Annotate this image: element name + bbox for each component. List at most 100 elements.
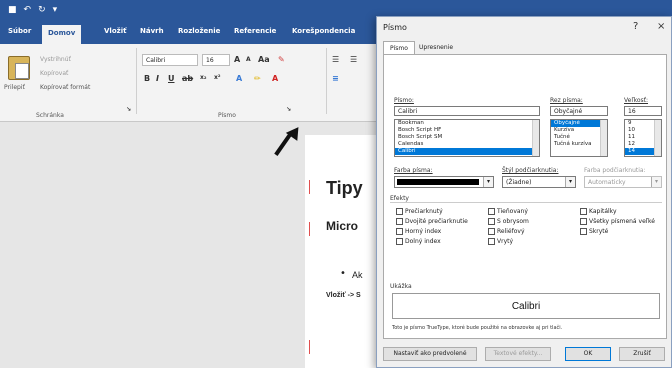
checkbox-box[interactable] <box>580 208 587 215</box>
list-item[interactable]: Bosch Script SM <box>395 134 539 141</box>
ok-button[interactable]: OK <box>565 347 611 361</box>
checkbox-box[interactable] <box>580 228 587 235</box>
numbering-icon[interactable]: ☰ <box>350 55 357 64</box>
grow-font-icon[interactable]: A <box>234 55 240 64</box>
font-name-input[interactable]: Calibri <box>394 106 540 116</box>
paste-icon[interactable] <box>8 56 30 80</box>
font-color-icon[interactable]: A <box>272 74 278 83</box>
font-color-picker[interactable]: ▾ <box>394 176 494 188</box>
text-effects-button[interactable]: Textové efekty... <box>485 347 551 361</box>
tab-design[interactable]: Návrh <box>140 27 164 35</box>
clear-formatting-icon[interactable]: ✎ <box>278 55 285 64</box>
checkbox-shadow[interactable]: Tieňovaný <box>488 208 528 215</box>
list-item[interactable]: Kurzíva <box>551 127 607 134</box>
font-name-combo[interactable]: Calibri <box>142 54 198 66</box>
tab-home[interactable]: Domov <box>42 25 82 44</box>
font-size-combo[interactable]: 16 <box>202 54 230 66</box>
preview-text: Calibri <box>511 301 541 312</box>
list-item[interactable]: Obyčajné <box>551 120 607 127</box>
checkbox-box[interactable] <box>396 228 403 235</box>
underline-style-label: Štýl podčiarknutia: <box>502 167 559 174</box>
change-case-icon[interactable]: Aa <box>258 55 270 64</box>
scrollbar[interactable] <box>600 120 607 156</box>
checkbox-box[interactable] <box>488 238 495 245</box>
checkbox-emboss[interactable]: Reliéfový <box>488 228 525 235</box>
format-painter-button[interactable]: Kopírovať formát <box>40 84 90 91</box>
customize-icon[interactable]: ▾ <box>53 5 58 15</box>
bullets-icon[interactable]: ☰ <box>332 55 339 64</box>
checkbox-engrave[interactable]: Vrytý <box>488 238 513 245</box>
arrow-pointer-shaft <box>274 134 292 156</box>
tab-references[interactable]: Referencie <box>234 27 276 35</box>
dialog-title: Písmo <box>383 23 407 32</box>
checkbox-box[interactable] <box>396 218 403 225</box>
set-default-button[interactable]: Nastaviť ako predvolené <box>383 347 477 361</box>
scrollbar[interactable] <box>654 120 661 156</box>
close-icon[interactable]: × <box>657 21 665 32</box>
tab-font[interactable]: Písmo <box>383 41 415 55</box>
cancel-button[interactable]: Zrušiť <box>619 347 665 361</box>
underline-style-select[interactable]: (Žiadne) ▾ <box>502 176 576 188</box>
truetype-note: Toto je písmo TrueType, ktoré bude použi… <box>392 325 563 331</box>
save-icon[interactable]: ■ <box>8 5 17 15</box>
list-item[interactable]: Tučná kurzíva <box>551 141 607 148</box>
chevron-down-icon: ▾ <box>651 177 661 187</box>
checkbox-small-caps[interactable]: Kapitálky <box>580 208 617 215</box>
align-left-icon[interactable]: ≡ <box>332 74 339 83</box>
font-style-list[interactable]: Obyčajné Kurzíva Tučné Tučná kurzíva <box>550 119 608 157</box>
list-item[interactable]: Tučné <box>551 134 607 141</box>
font-name-list[interactable]: Bookman Bosch Script HF Bosch Script SM … <box>394 119 540 157</box>
tab-layout[interactable]: Rozloženie <box>178 27 220 35</box>
font-size-list[interactable]: 9 10 11 12 14 <box>624 119 662 157</box>
paste-button[interactable]: Prilepiť <box>4 84 25 91</box>
preview-box: Calibri <box>392 293 660 319</box>
underline-icon[interactable]: U <box>168 74 175 83</box>
tab-advanced[interactable]: Upresnenie <box>413 41 459 55</box>
checkbox-hidden[interactable]: Skryté <box>580 228 608 235</box>
clipboard-group-label: Schránka <box>36 112 64 119</box>
tab-mailings[interactable]: Korešpondencia <box>292 27 355 35</box>
checkbox-double-strikethrough[interactable]: Dvojité prečiarknutie <box>396 218 468 225</box>
bold-icon[interactable]: B <box>144 74 150 83</box>
help-icon[interactable]: ? <box>633 21 638 32</box>
margin-mark <box>309 180 310 194</box>
checkbox-label: Všetky písmená veľké <box>589 218 655 225</box>
cut-button[interactable]: Vystrihnúť <box>40 56 71 63</box>
subscript-icon[interactable]: x₂ <box>200 74 207 81</box>
list-item[interactable]: Calibri <box>395 148 539 155</box>
strikethrough-icon[interactable]: ab <box>182 74 193 83</box>
copy-button[interactable]: Kopírovať <box>40 70 68 77</box>
highlight-icon[interactable]: ✏ <box>254 74 261 83</box>
checkbox-box[interactable] <box>396 238 403 245</box>
tab-insert[interactable]: Vložiť <box>104 27 126 35</box>
scrollbar[interactable] <box>532 120 539 156</box>
document-heading: Tipy <box>326 178 363 198</box>
list-item[interactable]: Bosch Script HF <box>395 127 539 134</box>
list-item[interactable]: Calendas <box>395 141 539 148</box>
text-effects-icon[interactable]: A <box>236 74 242 83</box>
checkbox-superscript[interactable]: Horný index <box>396 228 441 235</box>
shrink-font-icon[interactable]: A <box>246 56 251 63</box>
checkbox-label: Tieňovaný <box>497 208 528 215</box>
checkbox-box[interactable] <box>488 228 495 235</box>
checkbox-label: Dolný index <box>405 238 441 245</box>
redo-icon[interactable]: ↻ <box>38 5 46 15</box>
checkbox-strikethrough[interactable]: Prečiarknutý <box>396 208 443 215</box>
size-label: Veľkosť: <box>624 97 649 104</box>
checkbox-box[interactable] <box>488 218 495 225</box>
superscript-icon[interactable]: x² <box>214 74 221 81</box>
checkbox-box[interactable] <box>580 218 587 225</box>
font-size-input[interactable]: 16 <box>624 106 662 116</box>
list-item[interactable]: Bookman <box>395 120 539 127</box>
clipboard-launcher-icon[interactable]: ↘ <box>126 106 131 113</box>
checkbox-all-caps[interactable]: Všetky písmená veľké <box>580 218 655 225</box>
italic-icon[interactable]: I <box>156 74 159 83</box>
checkbox-box[interactable] <box>488 208 495 215</box>
font-dialog-launcher-icon[interactable]: ↘ <box>286 106 291 113</box>
checkbox-subscript[interactable]: Dolný index <box>396 238 441 245</box>
undo-icon[interactable]: ↶ <box>24 5 32 15</box>
tab-file[interactable]: Súbor <box>8 27 31 35</box>
font-style-input[interactable]: Obyčajné <box>550 106 608 116</box>
checkbox-box[interactable] <box>396 208 403 215</box>
checkbox-outline[interactable]: S obrysom <box>488 218 529 225</box>
